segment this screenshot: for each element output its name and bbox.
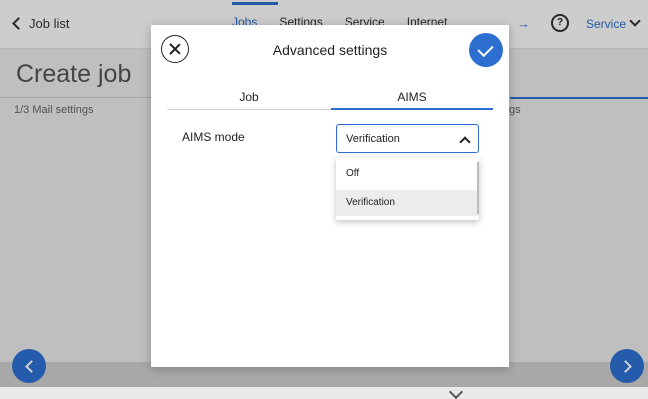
select-value: Verification <box>346 133 400 145</box>
option-verification[interactable]: Verification <box>336 190 479 216</box>
aims-mode-label: AIMS mode <box>182 130 245 144</box>
tab-aims[interactable]: AIMS <box>331 90 493 104</box>
confirm-button[interactable] <box>469 33 503 67</box>
chevron-down-icon[interactable] <box>448 384 464 399</box>
aims-mode-select[interactable]: Verification <box>336 124 479 153</box>
option-off[interactable]: Off <box>336 161 479 187</box>
check-icon <box>477 40 494 58</box>
aims-mode-dropdown: Off Verification <box>336 158 479 220</box>
advanced-settings-dialog: Advanced settings Job AIMS AIMS mode Ver… <box>151 25 509 399</box>
chevron-up-icon <box>459 136 471 148</box>
tab-job[interactable]: Job <box>167 90 331 104</box>
tab-active-indicator <box>331 108 493 110</box>
dialog-title: Advanced settings <box>272 42 388 58</box>
dropdown-scrollbar[interactable] <box>477 162 479 214</box>
